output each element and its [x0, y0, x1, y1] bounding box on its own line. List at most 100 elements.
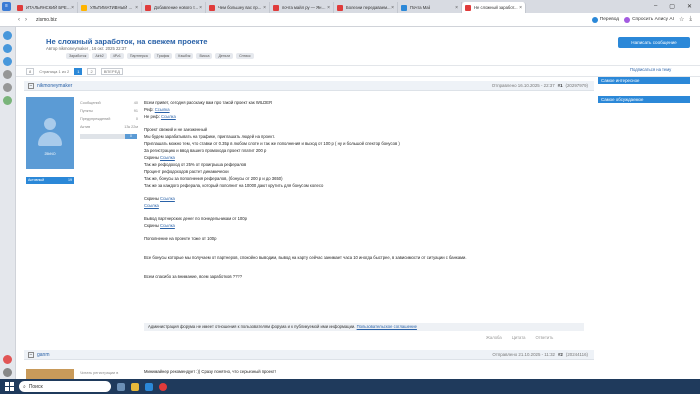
sidebar-box-interesting[interactable]: Самое интересное [598, 77, 690, 84]
tab-title: Не сложный заработ... [474, 5, 518, 10]
browser-tab[interactable]: Чем большеу вас пр... × [206, 2, 270, 13]
taskbar: ⌕ Поиск [0, 379, 700, 394]
topic-tag[interactable]: 4Pz1 [109, 53, 124, 59]
maximize-icon[interactable]: ▢ [669, 3, 675, 10]
topic-header: Не сложный заработок, на свежем проекте … [16, 27, 700, 65]
post-line: Мы будем зарабатывать на трафике, пригла… [144, 133, 584, 140]
topic-tag[interactable]: Деньги [215, 53, 234, 59]
reply-post-button[interactable]: Ответить [535, 335, 553, 340]
sidebar-app-icon[interactable] [3, 96, 12, 105]
browser-tab[interactable]: Почта Mail × [398, 2, 462, 13]
tab-close-icon[interactable]: × [71, 5, 74, 11]
alice-button[interactable]: Спросить Алису AI [624, 16, 674, 23]
download-icon[interactable]: ⤓ [689, 16, 692, 23]
topic-tag[interactable]: Снтикс [236, 53, 254, 59]
tab-title: Чем большеу вас пр... [218, 5, 262, 10]
forward-icon[interactable]: › [25, 17, 27, 23]
user-rank-badge: Активный 19 [26, 177, 74, 184]
post-line: За регистрацию и ввод вашего промокода п… [144, 147, 584, 154]
post-link[interactable]: Ссылка [160, 155, 175, 160]
browser-tab[interactable]: ИТАЛЬЯНСКИЙ БРЕЙНР...× [14, 2, 78, 13]
collapse-icon[interactable]: − [28, 82, 34, 89]
collapse-icon[interactable]: − [28, 351, 34, 358]
post-number[interactable]: #2 [558, 352, 563, 357]
sidebar-settings-icon[interactable] [3, 368, 12, 377]
translate-button[interactable]: Перевод [591, 16, 619, 23]
avatar[interactable] [26, 97, 74, 169]
reply-button[interactable]: Написать сообщение [618, 37, 690, 48]
browser-tab[interactable]: почта майл ру — Янде... × [270, 2, 334, 13]
post-line: Скрины Ссылка [144, 222, 584, 229]
tab-close-icon[interactable]: × [391, 5, 394, 11]
sidebar-app-icon[interactable] [3, 83, 12, 92]
tab-close-icon[interactable]: × [263, 5, 266, 11]
topic-tag[interactable]: Заработок [66, 53, 90, 59]
stat-row: Актив 13к 22м [80, 123, 138, 131]
post-text: Скрины [144, 223, 161, 228]
post-text: Вывод партнерских денег по понедельникам… [144, 216, 247, 221]
sidebar-app-icon[interactable] [3, 355, 12, 364]
sidebar-app-icon[interactable] [3, 57, 12, 66]
file-explorer-icon[interactable] [131, 382, 139, 391]
window-controls: – ▢ ✕ [654, 3, 700, 10]
report-button[interactable]: Жалоба [486, 335, 502, 340]
avatar[interactable] [26, 369, 74, 379]
tab-favicon-icon [273, 4, 279, 11]
yandex-browser-icon[interactable] [159, 382, 167, 391]
tab-close-icon[interactable]: × [455, 5, 458, 11]
page-1-link[interactable]: 1 [74, 67, 83, 75]
minimize-icon[interactable]: – [654, 3, 657, 10]
taskbar-search[interactable]: ⌕ Поиск [19, 381, 111, 392]
browser-tabbar: ≡ ИТАЛЬЯНСКИЙ БРЕЙНР...×УЛЬТИМАТИВНЫЙ БР… [0, 0, 700, 13]
windows-start-icon[interactable] [5, 382, 14, 391]
post-text: Так же, бонусы за пополнения рефералов, … [144, 176, 283, 181]
post-link[interactable]: Ссылка [160, 196, 175, 201]
sidebar-app-icon[interactable] [3, 31, 12, 40]
post-text: Процент рефодоходов растет динамически [144, 169, 229, 174]
post-link[interactable]: Ссылка [160, 223, 175, 228]
tab-favicon-icon [209, 4, 215, 11]
tab-close-icon[interactable]: × [199, 5, 202, 11]
topic-tag[interactable]: Висса [196, 53, 213, 59]
task-view-icon[interactable] [117, 382, 125, 391]
stat-row: Пункты 91 [80, 107, 138, 115]
edge-icon[interactable] [145, 382, 153, 391]
close-icon[interactable]: ✕ [687, 3, 692, 10]
sidebar-box-discussed[interactable]: Самое обсуждаемое [598, 96, 690, 103]
topic-tag[interactable]: Трафик [153, 53, 173, 59]
subscribe-link[interactable]: Подписаться на тему [630, 67, 671, 72]
browser-tab[interactable]: Болезни передаваем... × [334, 2, 398, 13]
browser-tab[interactable]: УЛЬТИМАТИВНЫЙ БРЕЙ...× [78, 2, 142, 13]
user-info: Читать регистрации в [80, 371, 119, 375]
next-page-link[interactable]: ВПЕРЕД [100, 67, 123, 75]
tab-close-icon[interactable]: × [519, 5, 522, 11]
user-agreement-link[interactable]: Пользовательское соглашение [357, 324, 417, 329]
tab-close-icon[interactable]: × [135, 5, 138, 11]
topic-tag[interactable]: Кэшбэк [175, 53, 194, 59]
topic-tag[interactable]: Партнерка [126, 53, 151, 59]
stat-label: Пункты [80, 109, 93, 113]
post-link[interactable]: Ссылка [161, 114, 176, 119]
post-number[interactable]: #1 [558, 83, 563, 88]
post-line: Пополнение на проекте тоже от 100р [144, 235, 584, 242]
post-link[interactable]: Ссылка [155, 107, 170, 112]
star-icon[interactable]: ☆ [679, 16, 684, 23]
search-placeholder: Поиск [28, 383, 43, 390]
post-author[interactable]: ganm [37, 352, 50, 358]
back-icon[interactable]: ‹ [18, 17, 20, 23]
stat-label: Сообщений [80, 101, 101, 105]
tab-close-icon[interactable]: × [327, 5, 330, 11]
browser-tab[interactable]: Добавление нового т... × [142, 2, 206, 13]
post-line: Все бонусы которые мы получаем от партне… [144, 254, 584, 261]
quote-button[interactable]: Цитата [512, 335, 526, 340]
post-link[interactable]: Ссылка [144, 203, 159, 208]
url-field[interactable]: zismo.biz [36, 17, 57, 23]
sidebar-app-icon[interactable] [3, 44, 12, 53]
post-line: Ссылка [144, 202, 584, 209]
browser-menu-icon[interactable]: ≡ [2, 2, 11, 11]
sidebar-app-icon[interactable] [3, 70, 12, 79]
topic-tag[interactable]: Airb2 [92, 53, 107, 59]
page-2-link[interactable]: 2 [87, 67, 96, 75]
post-author[interactable]: nikmoneymaker [37, 83, 72, 89]
browser-tab[interactable]: Не сложный заработ... × [462, 2, 526, 13]
